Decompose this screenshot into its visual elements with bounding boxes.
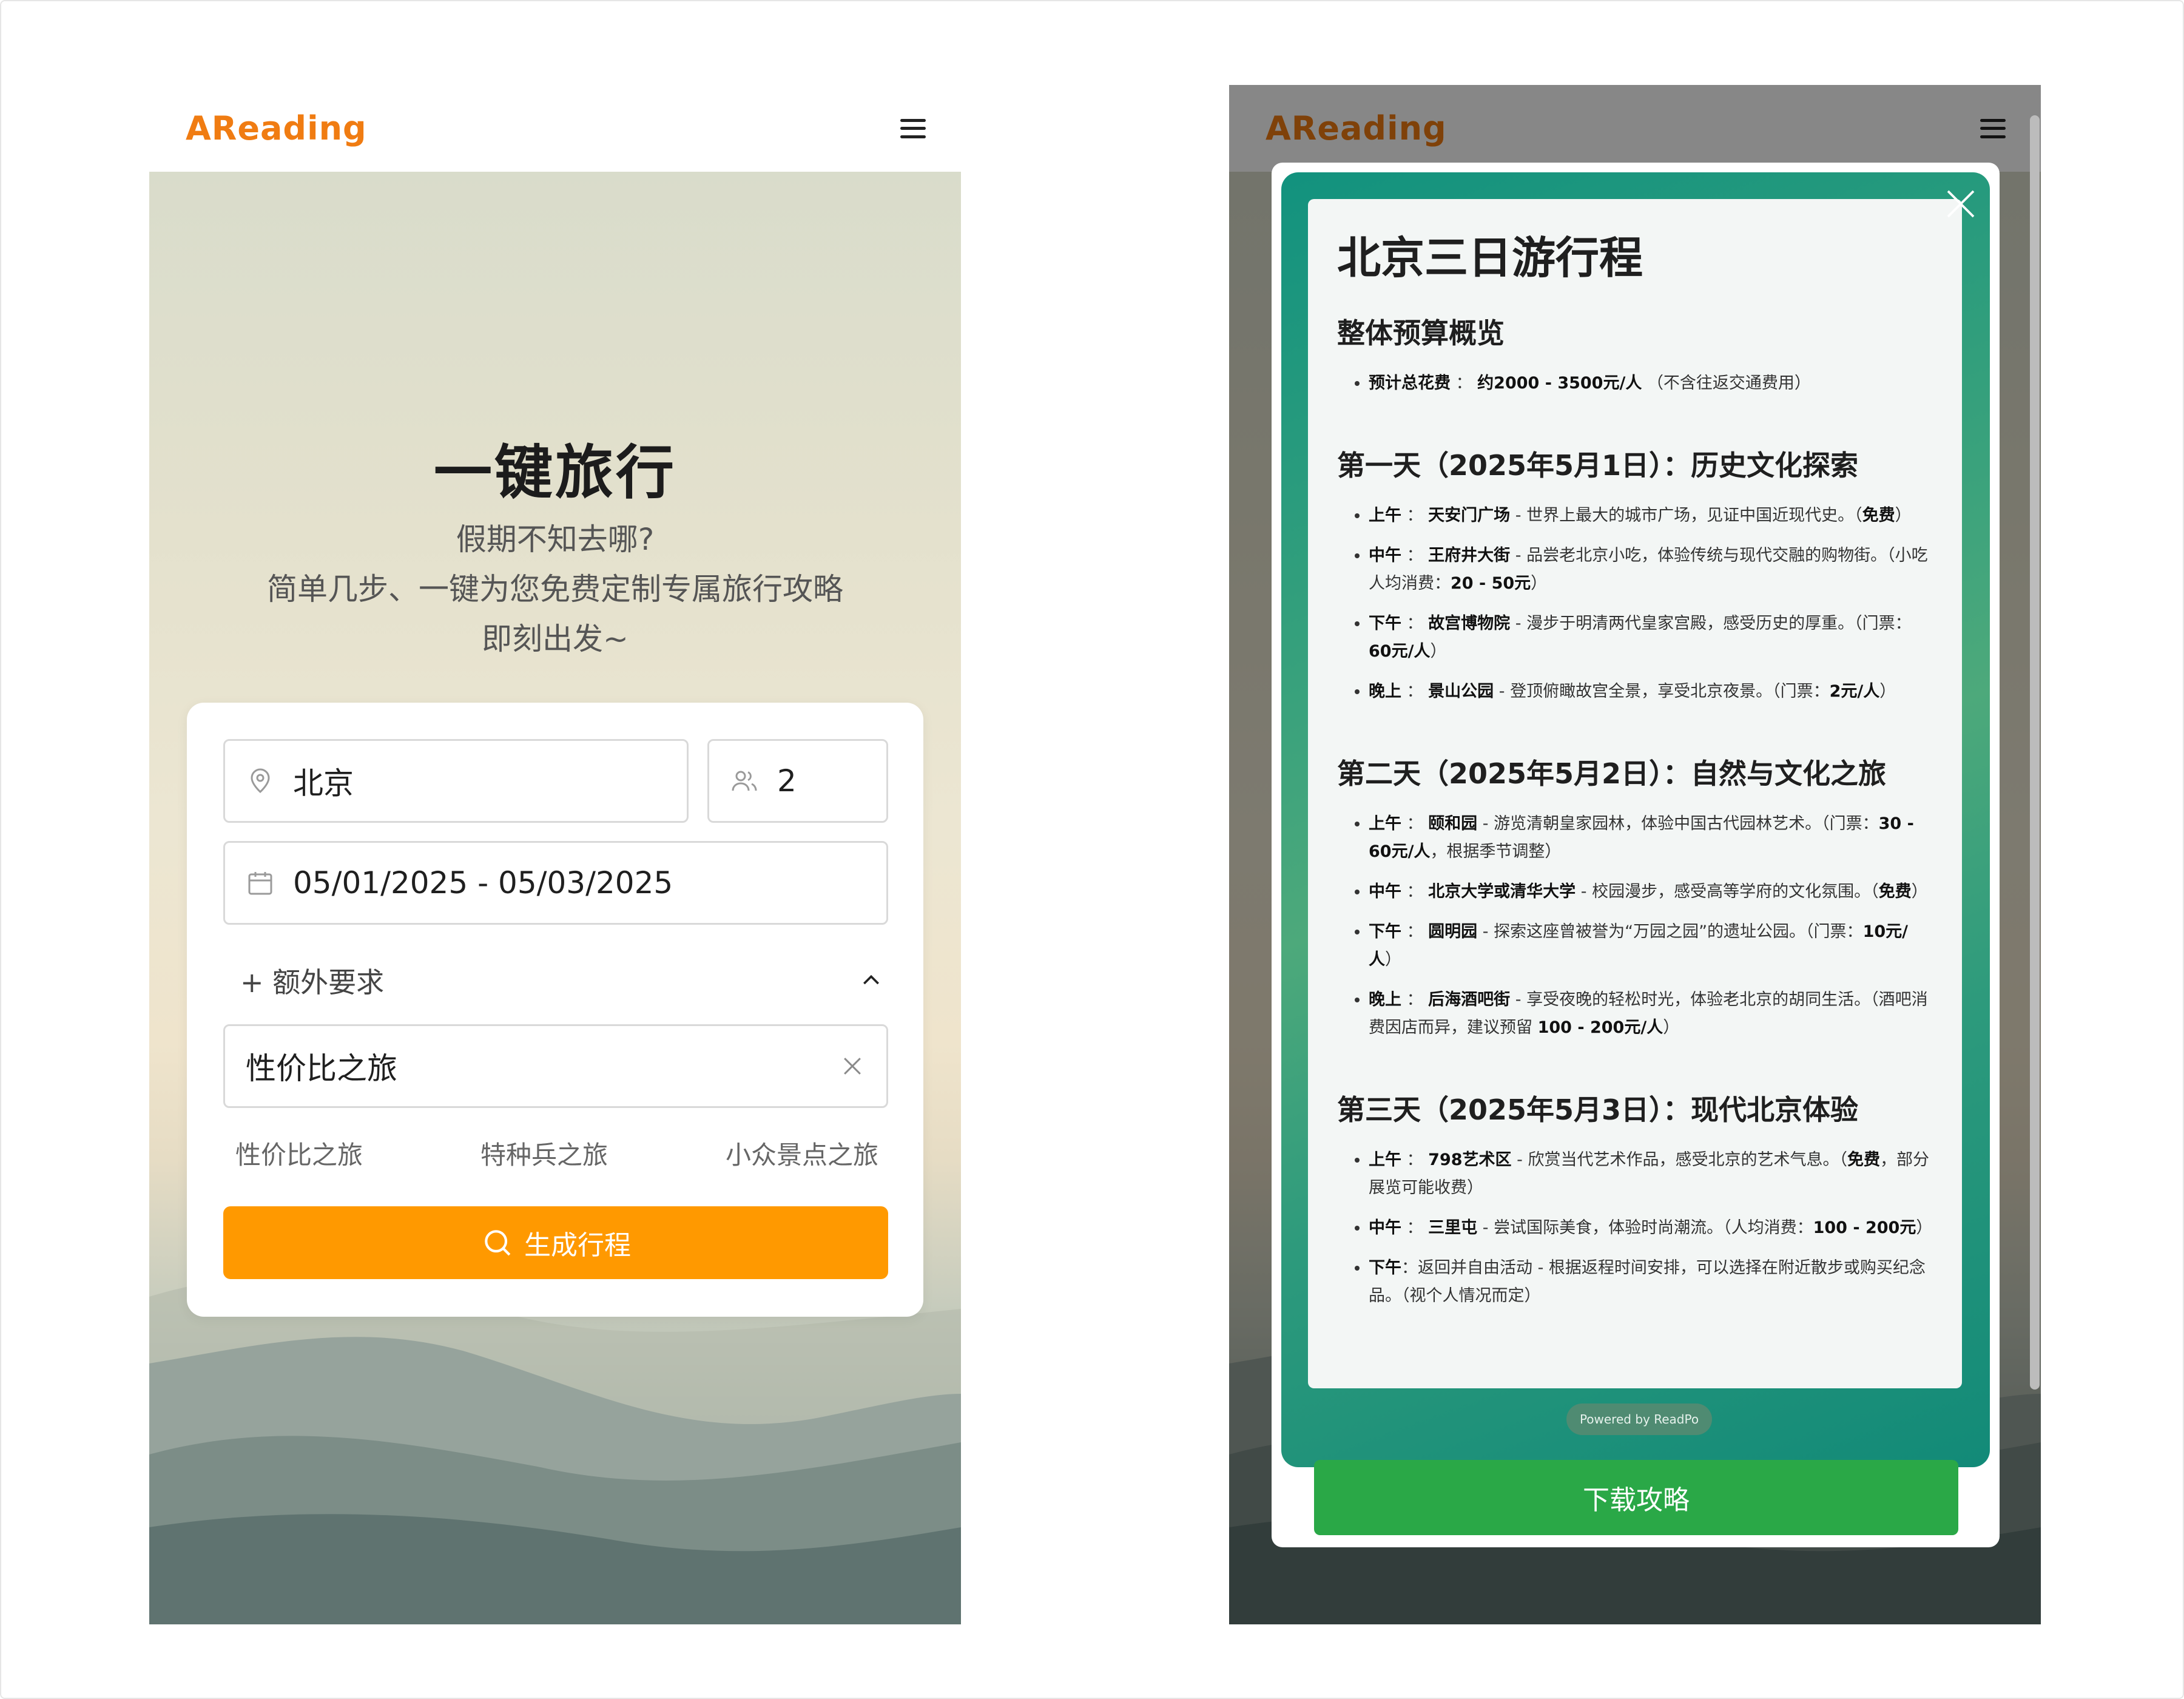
trip-form-card: 北京 2 05/01/2025 - 05/03/2025 + 额外要求 性价比之…: [187, 703, 923, 1317]
preference-value: 性价比之旅: [246, 1051, 397, 1086]
list-item: 中午 ： 王府井大街 - 品尝老北京小吃，体验传统与现代交融的购物街。（小吃人均…: [1369, 542, 1933, 598]
download-guide-button[interactable]: 下载攻略: [1314, 1460, 1958, 1535]
right-screen: AReading 北京三日游行程 整体预算概览 预计总花费 ： 约2000 - …: [1229, 85, 2041, 1624]
hamburger-icon[interactable]: [900, 118, 926, 138]
generate-itinerary-button[interactable]: 生成行程: [223, 1206, 888, 1279]
preference-suggestions: 性价比之旅 特种兵之旅 小众景点之旅: [235, 1135, 878, 1172]
itinerary-title: 北京三日游行程: [1337, 232, 1643, 283]
subtitle-line: 简单几步、一键为您免费定制专属旅行攻略: [267, 572, 843, 607]
list-item: 下午：返回并自由活动 - 根据返程时间安排，可以选择在附近散步或购买纪念品。（视…: [1369, 1254, 1933, 1310]
destination-value: 北京: [293, 766, 354, 801]
close-icon[interactable]: [1944, 187, 1978, 221]
scrollbar[interactable]: [2030, 115, 2040, 1390]
list-item: 中午 ： 北京大学或清华大学 - 校园漫步，感受高等学府的文化氛围。（免费）: [1369, 878, 1933, 906]
list-item: 上午 ： 颐和园 - 游览清朝皇家园林，体验中国古代园林艺术。（门票：30 - …: [1369, 810, 1933, 866]
generate-button-label: 生成行程: [524, 1230, 631, 1261]
list-item: 晚上 ： 后海酒吧街 - 享受夜晚的轻松时光，体验老北京的胡同生活。（酒吧消费因…: [1369, 986, 1933, 1042]
travelers-field[interactable]: 2: [707, 739, 888, 823]
extra-requirements-toggle[interactable]: + 额外要求: [240, 956, 883, 1005]
users-icon: [732, 771, 757, 791]
list-item: 下午 ： 故宫博物院 - 漫步于明清两代皇家宫殿，感受历史的厚重。（门票：60元…: [1369, 610, 1933, 666]
powered-by-badge: Powered by ReadPo: [1566, 1403, 1712, 1435]
suggestion-chip[interactable]: 性价比之旅: [235, 1135, 363, 1172]
page-title: 一键旅行: [434, 439, 676, 507]
date-range-field[interactable]: 05/01/2025 - 05/03/2025: [223, 841, 888, 925]
subtitle-line: 即刻出发~: [482, 621, 629, 657]
preference-input[interactable]: 性价比之旅: [223, 1024, 888, 1108]
map-pin-icon: [251, 768, 270, 794]
suggestion-chip[interactable]: 小众景点之旅: [726, 1135, 878, 1172]
list-item: 上午 ： 798艺术区 - 欣赏当代艺术作品，感受北京的艺术气息。（免费，部分展…: [1369, 1146, 1933, 1202]
day-list: 上午 ： 天安门广场 - 世界上最大的城市广场，见证中国近现代史。（免费） 中午…: [1337, 502, 1933, 706]
hero-section: 一键旅行 假期不知去哪? 简单几步、一键为您免费定制专属旅行攻略 即刻出发~ 北…: [149, 172, 961, 1624]
list-item: 上午 ： 天安门广场 - 世界上最大的城市广场，见证中国近现代史。（免费）: [1369, 502, 1933, 530]
search-icon: [485, 1230, 511, 1256]
budget-list: 预计总花费 ： 约2000 - 3500元/人 （不含往返交通费用）: [1337, 370, 1933, 397]
day-heading: 第二天（2025年5月2日）：自然与文化之旅: [1337, 757, 1887, 790]
subtitle-line: 假期不知去哪?: [456, 522, 655, 557]
list-item: 预计总花费 ： 约2000 - 3500元/人 （不含往返交通费用）: [1369, 370, 1933, 397]
list-item: 中午 ： 三里屯 - 尝试国际美食，体验时尚潮流。（人均消费：100 - 200…: [1369, 1214, 1933, 1242]
close-icon[interactable]: [839, 1053, 866, 1079]
canvas: AReading 一键旅行 假期不知去哪? 简单几步、一键为您免费定制专属旅行攻…: [0, 0, 2184, 1699]
list-item: 晚上 ： 景山公园 - 登顶俯瞰故宫全景，享受北京夜景。（门票：2元/人）: [1369, 678, 1933, 706]
extra-requirements-label: + 额外要求: [240, 966, 385, 999]
page-subtitle: 假期不知去哪? 简单几步、一键为您免费定制专属旅行攻略 即刻出发~: [149, 515, 961, 664]
chevron-up-icon[interactable]: [859, 968, 883, 993]
left-screen: AReading 一键旅行 假期不知去哪? 简单几步、一键为您免费定制专属旅行攻…: [149, 85, 961, 1624]
day-list: 上午 ： 颐和园 - 游览清朝皇家园林，体验中国古代园林艺术。（门票：30 - …: [1337, 810, 1933, 1042]
calendar-icon: [248, 872, 272, 895]
list-item: 下午 ： 圆明园 - 探索这座曾被誉为“万园之园”的遗址公园。（门票：10元/人…: [1369, 918, 1933, 974]
day-heading: 第一天（2025年5月1日）：历史文化探索: [1337, 449, 1859, 482]
travelers-value: 2: [777, 763, 797, 799]
itinerary-document: 北京三日游行程 整体预算概览 预计总花费 ： 约2000 - 3500元/人 （…: [1308, 199, 1962, 1388]
itinerary-modal: 北京三日游行程 整体预算概览 预计总花费 ： 约2000 - 3500元/人 （…: [1272, 163, 2000, 1547]
brand-logo[interactable]: AReading: [186, 109, 367, 147]
date-range-value: 05/01/2025 - 05/03/2025: [293, 865, 673, 900]
top-nav: AReading: [149, 85, 961, 172]
budget-heading: 整体预算概览: [1337, 317, 1505, 350]
day-heading: 第三天（2025年5月3日）：现代北京体验: [1337, 1093, 1859, 1126]
day-list: 上午 ： 798艺术区 - 欣赏当代艺术作品，感受北京的艺术气息。（免费，部分展…: [1337, 1146, 1933, 1310]
destination-field[interactable]: 北京: [223, 739, 689, 823]
suggestion-chip[interactable]: 特种兵之旅: [480, 1135, 608, 1172]
